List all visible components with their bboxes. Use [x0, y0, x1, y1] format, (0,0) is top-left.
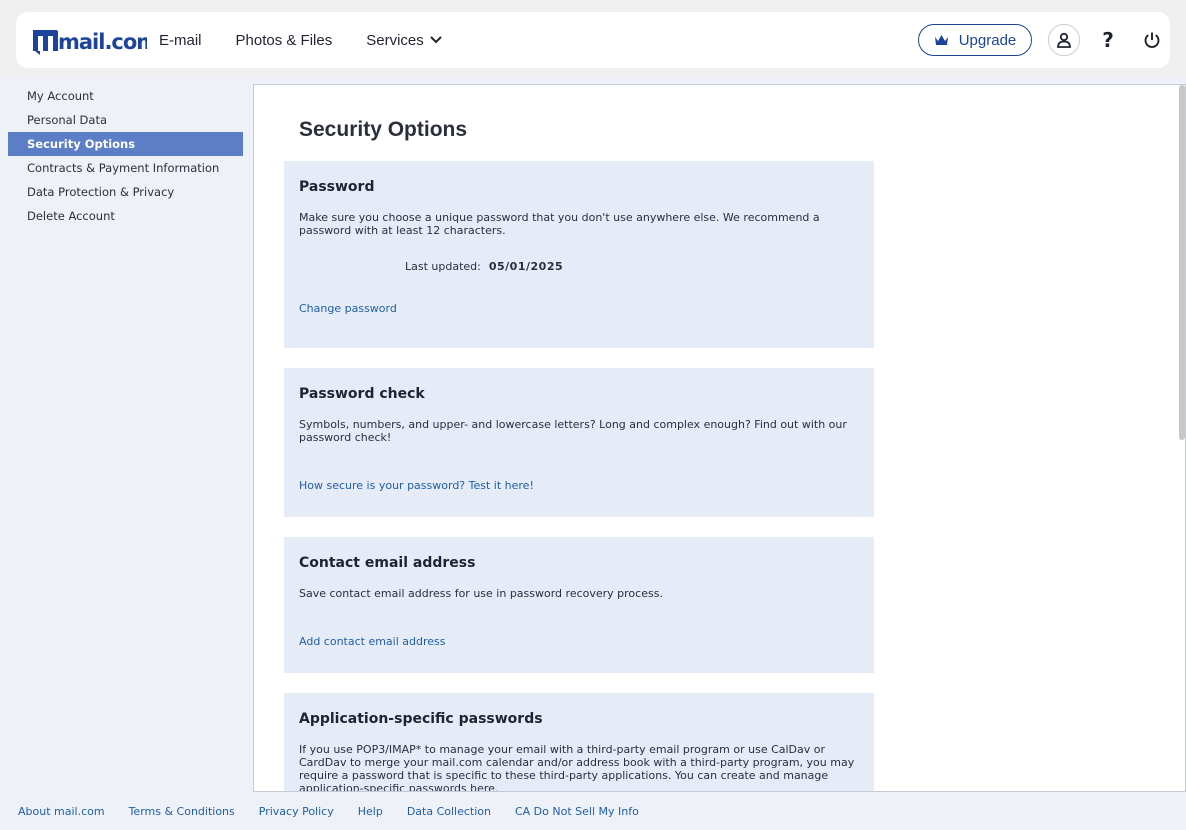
card-heading: Application-specific passwords	[299, 711, 543, 727]
main-nav: E-mail Photos & Files Services	[159, 12, 476, 68]
nav-photos-files-label: Photos & Files	[235, 31, 333, 49]
logo-text: mail.com	[58, 30, 147, 54]
footer-link-privacy[interactable]: Privacy Policy	[259, 805, 334, 818]
upgrade-label: Upgrade	[958, 31, 1017, 49]
change-password-link[interactable]: Change password	[299, 302, 397, 315]
sidebar-item-label: Delete Account	[27, 209, 115, 223]
password-check-card: Password check Symbols, numbers, and upp…	[284, 368, 874, 517]
nav-email[interactable]: E-mail	[159, 32, 202, 49]
top-header: mail.com E-mail Photos & Files Services …	[16, 12, 1170, 68]
header-background: mail.com E-mail Photos & Files Services …	[0, 0, 1186, 78]
sidebar-item-personal-data[interactable]: Personal Data	[8, 108, 243, 132]
sidebar-item-my-account[interactable]: My Account	[8, 84, 243, 108]
card-text: Make sure you choose a unique password t…	[299, 211, 820, 237]
card-text: Symbols, numbers, and upper- and lowerca…	[299, 418, 847, 444]
add-contact-email-link[interactable]: Add contact email address	[299, 635, 446, 648]
card-text: Save contact email address for use in pa…	[299, 587, 663, 600]
sidebar-item-delete-account[interactable]: Delete Account	[8, 204, 243, 228]
page-title: Security Options	[299, 118, 468, 141]
card-heading: Password	[299, 179, 375, 195]
account-button[interactable]	[1048, 24, 1080, 56]
nav-email-label: E-mail	[159, 31, 202, 49]
card-text: If you use POP3/IMAP* to manage your ema…	[299, 743, 855, 792]
app-passwords-card: Application-specific passwords If you us…	[284, 693, 874, 792]
password-test-link[interactable]: How secure is your password? Test it her…	[299, 479, 534, 492]
logout-button[interactable]	[1136, 24, 1168, 56]
main-content: Security Options Password Make sure you …	[253, 84, 1186, 792]
last-updated-value: 05/01/2025	[488, 260, 564, 273]
crown-icon	[934, 35, 948, 45]
power-icon	[1144, 32, 1160, 48]
sidebar-item-label: Security Options	[27, 137, 136, 151]
footer-link-do-not-sell[interactable]: CA Do Not Sell My Info	[515, 805, 639, 818]
sidebar-item-label: My Account	[27, 89, 94, 103]
mailcom-logo[interactable]: mail.com	[32, 25, 147, 55]
chevron-down-icon	[430, 36, 442, 44]
scrollbar-thumb[interactable]	[1179, 85, 1185, 440]
card-heading: Password check	[299, 386, 425, 402]
card-heading: Contact email address	[299, 555, 476, 571]
last-updated-row: Last updated: 05/01/2025	[405, 260, 859, 273]
nav-services-label: Services	[366, 31, 424, 49]
last-updated-label: Last updated:	[405, 260, 481, 273]
sidebar-item-label: Data Protection & Privacy	[27, 185, 175, 199]
account-sidebar: My Account Personal Data Security Option…	[8, 84, 243, 228]
help-icon: ?	[1102, 28, 1114, 52]
nav-services[interactable]: Services	[366, 32, 442, 49]
sidebar-item-contracts-payment[interactable]: Contracts & Payment Information	[8, 156, 243, 180]
sidebar-item-label: Contracts & Payment Information	[27, 161, 220, 175]
sidebar-item-security-options[interactable]: Security Options	[8, 132, 243, 156]
sidebar-item-label: Personal Data	[27, 113, 108, 127]
footer-link-data-collection[interactable]: Data Collection	[407, 805, 491, 818]
footer: About mail.com Terms & Conditions Privac…	[0, 792, 1186, 830]
user-icon	[1057, 32, 1071, 48]
upgrade-button[interactable]: Upgrade	[918, 24, 1032, 56]
contact-email-card: Contact email address Save contact email…	[284, 537, 874, 673]
footer-link-terms[interactable]: Terms & Conditions	[129, 805, 235, 818]
nav-photos-files[interactable]: Photos & Files	[236, 32, 333, 49]
mailcom-logo-mark: mail.com	[33, 30, 147, 55]
sidebar-item-data-protection[interactable]: Data Protection & Privacy	[8, 180, 243, 204]
help-button[interactable]: ?	[1092, 24, 1124, 56]
footer-link-about[interactable]: About mail.com	[18, 805, 105, 818]
password-card: Password Make sure you choose a unique p…	[284, 161, 874, 348]
footer-link-help[interactable]: Help	[358, 805, 383, 818]
